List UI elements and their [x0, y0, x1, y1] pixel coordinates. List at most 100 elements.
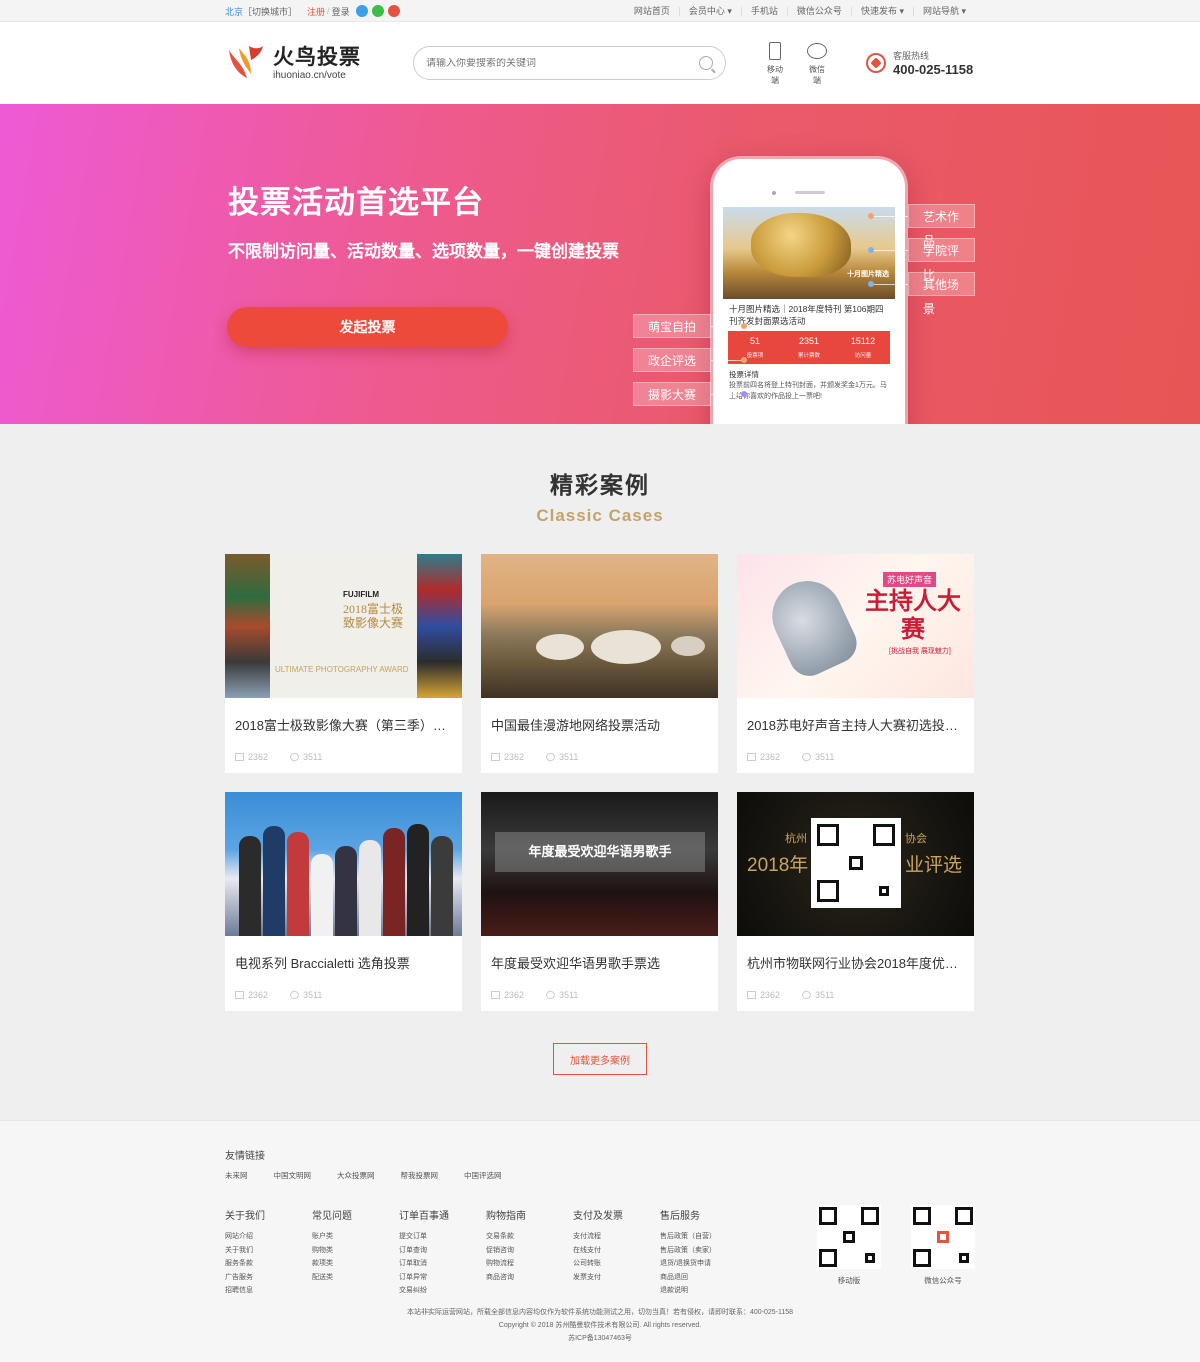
top-bar: 北京 ［切换城市］ 注册 / 登录 网站首页 会员中心 ▾ 手机站 微信公众号 …	[0, 0, 1200, 22]
view-count: 3511	[802, 752, 834, 762]
case-title[interactable]: 电视系列 Braccialetti 选角投票	[225, 936, 462, 972]
tag-college: 学院评比	[908, 238, 975, 282]
case-card[interactable]: 电视系列 Braccialetti 选角投票 2362 3511	[225, 792, 462, 1011]
top-nav-member[interactable]: 会员中心 ▾	[678, 6, 741, 16]
footer-link[interactable]: 广告服务	[225, 1271, 312, 1285]
view-count: 3511	[546, 752, 578, 762]
host-tagline: [挑战自我 展现魅力]	[889, 648, 951, 655]
top-nav-quick-post[interactable]: 快速发布 ▾	[850, 6, 913, 16]
login-link[interactable]: 登录	[332, 5, 350, 18]
footer-col-orders: 订单百事通 提交订单 订单查询 订单取消 订单异常 交易纠纷	[399, 1207, 486, 1298]
vote-count: 2362	[235, 752, 268, 762]
footer-link[interactable]: 账户类	[312, 1230, 399, 1244]
top-nav-mobile[interactable]: 手机站	[740, 6, 787, 16]
footer-link[interactable]: 服务条款	[225, 1257, 312, 1271]
case-title[interactable]: 2018富士极致影像大赛（第三季）第...	[225, 698, 462, 734]
case-title[interactable]: 年度最受欢迎华语男歌手票选	[481, 936, 718, 972]
logo[interactable]: 火鸟投票 ihuoniao.cn/vote	[225, 44, 361, 82]
phone-stat: 2351 累计票数	[782, 331, 836, 364]
register-link[interactable]: 注册	[307, 5, 325, 18]
phone-camera	[772, 191, 776, 195]
friend-link[interactable]: 帮我投票网	[401, 1170, 439, 1181]
phone-detail: 投票详情 投票前四名将登上特刊封面，并颁发奖金1万元。马上给你喜欢的作品投上一票…	[723, 364, 895, 407]
friend-link[interactable]: 中国文明网	[274, 1170, 312, 1181]
person-shape	[383, 828, 405, 936]
search-icon[interactable]	[699, 56, 713, 70]
case-card[interactable]: 苏电好声音 主持人大赛 [挑战自我 展现魅力] 2018苏电好声音主持人大赛初选…	[737, 554, 974, 773]
footer-columns: 关于我们 网站介绍 关于我们 服务条款 广告服务 招聘信息 常见问题 账户类 购…	[225, 1205, 975, 1298]
footer-link[interactable]: 购物类	[312, 1244, 399, 1258]
footer-link[interactable]: 提交订单	[399, 1230, 486, 1244]
footer-link[interactable]: 招聘信息	[225, 1284, 312, 1298]
footer-link[interactable]: 促销咨询	[486, 1244, 573, 1258]
eye-icon	[290, 753, 300, 761]
footer-link[interactable]: 公司转账	[573, 1257, 660, 1271]
weibo-icon[interactable]	[387, 5, 400, 17]
vote-count-value: 2362	[760, 752, 781, 762]
footer-col-title: 订单百事通	[399, 1211, 449, 1222]
footer-link[interactable]: 交易条款	[486, 1230, 573, 1244]
footer-link[interactable]: 商品退回	[660, 1271, 747, 1285]
wechat-icon[interactable]	[371, 5, 384, 17]
mobile-qr-label: 移动版	[837, 1276, 861, 1285]
case-meta: 2362 3511	[225, 972, 462, 1000]
case-card[interactable]: 杭州 2018年 协会 业评选 杭州市物联网行业协会2018年度优秀... 23…	[737, 792, 974, 1011]
ballot-icon	[491, 991, 500, 999]
footer-link[interactable]: 退货/退换货申请	[660, 1257, 747, 1271]
load-more-button[interactable]: 加载更多案例	[553, 1043, 647, 1075]
footer-link[interactable]: 交易纠纷	[399, 1284, 486, 1298]
icp-number[interactable]: 苏ICP备13047463号	[225, 1332, 975, 1345]
singer-banner-text: 年度最受欢迎华语男歌手	[495, 832, 705, 872]
search-input[interactable]	[426, 57, 699, 69]
case-title[interactable]: 中国最佳漫游地网络投票活动	[481, 698, 718, 734]
phone-stats: 51 投票项 2351 累计票数 15112 访问量	[728, 331, 890, 364]
footer-link[interactable]: 商品咨询	[486, 1271, 573, 1285]
top-nav-sitemap[interactable]: 网站导航 ▾	[912, 6, 975, 16]
footer-link[interactable]: 购物流程	[486, 1257, 573, 1271]
case-title[interactable]: 杭州市物联网行业协会2018年度优秀...	[737, 936, 974, 972]
footer-link[interactable]: 在线支付	[573, 1244, 660, 1258]
view-count: 3511	[802, 990, 834, 1000]
footer-link[interactable]: 退款说明	[660, 1284, 747, 1298]
footer-col-guide: 购物指南 交易条款 促销咨询 购物流程 商品咨询	[486, 1207, 573, 1298]
fuji-contest-english: ULTIMATE PHOTOGRAPHY AWARD	[275, 665, 409, 674]
footer-link[interactable]: 发票支付	[573, 1271, 660, 1285]
stat-label: 投票项	[746, 353, 764, 359]
iot-text-right-1: 协会	[905, 833, 927, 845]
connector-line	[873, 216, 908, 217]
footer-link[interactable]: 款项类	[312, 1257, 399, 1271]
friend-link[interactable]: 中国评选网	[464, 1170, 502, 1181]
footer-link[interactable]: 订单取消	[399, 1257, 486, 1271]
wechat-entry[interactable]: 微信端	[806, 40, 828, 86]
friend-link[interactable]: 大众投票网	[337, 1170, 375, 1181]
microphone-image	[760, 569, 864, 683]
top-nav-wechat[interactable]: 微信公众号	[786, 6, 851, 16]
footer-link[interactable]: 订单查询	[399, 1244, 486, 1258]
case-card[interactable]: 中国最佳漫游地网络投票活动 2362 3511	[481, 554, 718, 773]
footer-link[interactable]: 支付流程	[573, 1230, 660, 1244]
qq-icon[interactable]	[355, 5, 368, 17]
friend-link[interactable]: 未来网	[225, 1170, 248, 1181]
case-card[interactable]: FUJIFILM 2018富士极致影像大赛 ULTIMATE PHOTOGRAP…	[225, 554, 462, 773]
footer-link[interactable]: 售后政策（卖家）	[660, 1244, 747, 1258]
switch-city-link[interactable]: ［切换城市］	[243, 5, 297, 18]
footer-link[interactable]: 关于我们	[225, 1244, 312, 1258]
person-shape	[431, 836, 453, 936]
footer-link[interactable]: 订单异常	[399, 1271, 486, 1285]
footer-link[interactable]: 售后政策（自营）	[660, 1230, 747, 1244]
mobile-entry[interactable]: 移动端	[764, 40, 786, 86]
sheep-shape	[591, 630, 661, 664]
footer-link[interactable]: 网站介绍	[225, 1230, 312, 1244]
case-title[interactable]: 2018苏电好声音主持人大赛初选投票...	[737, 698, 974, 734]
auth-separator: /	[327, 6, 330, 16]
vote-count-value: 2362	[248, 990, 269, 1000]
footer-link[interactable]: 配送类	[312, 1271, 399, 1285]
top-nav-home[interactable]: 网站首页	[625, 6, 679, 16]
case-card[interactable]: 年度最受欢迎华语男歌手 年度最受欢迎华语男歌手票选 2362 3511	[481, 792, 718, 1011]
view-count: 3511	[290, 990, 322, 1000]
sheep-landscape-image	[481, 554, 718, 698]
start-vote-button[interactable]: 发起投票	[227, 307, 508, 347]
iot-text-right-2: 业评选	[905, 855, 963, 876]
ballot-icon	[235, 991, 244, 999]
cases-subtitle: Classic Cases	[536, 506, 664, 525]
